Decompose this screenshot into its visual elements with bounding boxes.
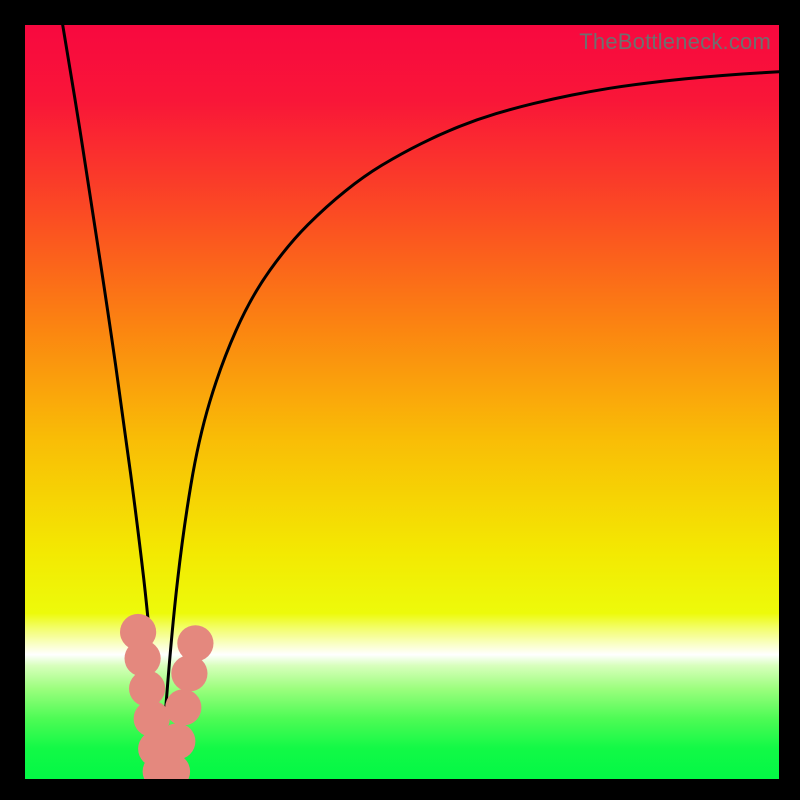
marker-dot	[129, 670, 165, 706]
marker-dot	[165, 689, 201, 725]
marker-dot	[171, 655, 207, 691]
watermark-text: TheBottleneck.com	[579, 29, 771, 55]
marker-dot	[159, 723, 195, 759]
chart-svg	[25, 25, 779, 779]
bottleneck-curve	[63, 25, 779, 736]
plot-area: TheBottleneck.com	[25, 25, 779, 779]
marker-dot	[177, 625, 213, 661]
chart-frame: TheBottleneck.com	[0, 0, 800, 800]
